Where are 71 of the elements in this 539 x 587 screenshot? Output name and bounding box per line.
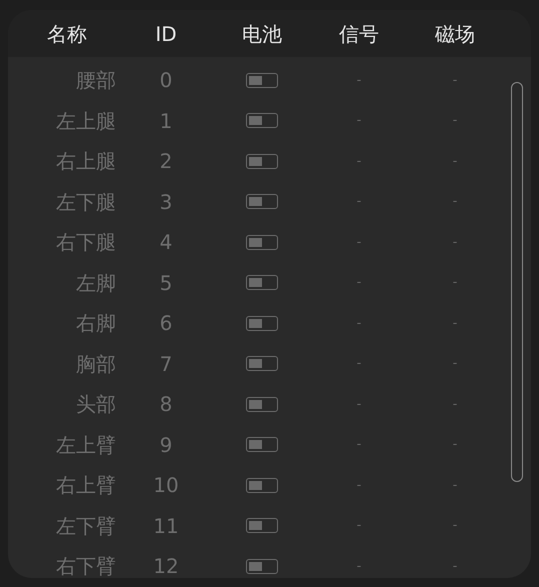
battery-icon	[246, 356, 278, 372]
table-cell: -	[452, 195, 458, 208]
table-cell: 2	[160, 151, 172, 172]
battery-icon	[246, 194, 278, 210]
table-cell: -	[356, 236, 362, 249]
battery-icon	[246, 113, 278, 128]
table-cell: 右脚	[76, 313, 116, 334]
table-cell: -	[452, 560, 458, 573]
table-cell: -	[356, 398, 362, 411]
table-cell: 腰部	[76, 70, 116, 90]
table-cell: 左上臂	[56, 434, 116, 455]
table-cell: -	[356, 478, 362, 492]
table-cell: 10	[153, 475, 179, 496]
table-cell: -	[452, 438, 458, 452]
table-cell: 3	[160, 192, 172, 212]
battery-icon	[246, 234, 278, 250]
table-cell: 右上腿	[56, 151, 116, 172]
table-cell: 6	[160, 313, 172, 334]
table-cell: 左上腿	[56, 110, 116, 131]
table-cell: 右下臂	[56, 556, 116, 576]
table-cell: 5	[160, 272, 172, 293]
column-header: ID	[155, 24, 177, 44]
table-cell: -	[452, 154, 458, 168]
table-cell: 1	[160, 110, 172, 131]
table-cell: -	[452, 316, 458, 330]
battery-icon	[246, 72, 278, 88]
table-cell: 右下腿	[56, 232, 116, 252]
table-cell: 胸部	[76, 354, 116, 374]
table-cell: -	[452, 74, 458, 87]
table-cell: 7	[160, 354, 172, 374]
table-cell: -	[452, 236, 458, 249]
table-cell: -	[356, 560, 362, 573]
battery-icon	[246, 316, 278, 331]
table-cell: 8	[160, 394, 172, 414]
table-cell: -	[356, 438, 362, 452]
table-cell: -	[452, 114, 458, 128]
battery-icon	[246, 437, 278, 452]
battery-icon	[246, 478, 278, 493]
table-cell: 4	[160, 232, 172, 252]
table-cell: 左下腿	[56, 192, 116, 212]
table-cell: 左脚	[76, 272, 116, 293]
table-cell: 头部	[76, 394, 116, 414]
table-cell: -	[452, 276, 458, 290]
table-cell: -	[356, 316, 362, 330]
battery-icon	[246, 396, 278, 412]
column-header: 名称	[47, 24, 87, 44]
table-cell: -	[356, 519, 362, 532]
table-cell: -	[356, 276, 362, 290]
column-header: 电池	[242, 24, 282, 44]
table-cell: -	[452, 398, 458, 411]
battery-icon	[246, 154, 278, 169]
table-cell: 0	[160, 70, 172, 90]
table-cell: -	[356, 195, 362, 208]
table-cell: -	[356, 114, 362, 128]
table-cell: -	[356, 154, 362, 168]
table-cell: -	[452, 357, 458, 370]
column-header: 信号	[339, 24, 379, 44]
table-cell: -	[452, 478, 458, 492]
battery-icon	[246, 275, 278, 290]
battery-icon	[246, 558, 278, 574]
table-cell: 11	[153, 516, 179, 536]
table-cell: -	[452, 519, 458, 532]
table-cell: 12	[153, 556, 179, 576]
scrollbar-thumb[interactable]	[511, 82, 523, 482]
table-cell: 9	[160, 434, 172, 455]
column-header: 磁场	[435, 24, 475, 44]
table-cell: -	[356, 357, 362, 370]
table-cell: 右上臂	[56, 475, 116, 496]
table-cell: -	[356, 74, 362, 87]
battery-icon	[246, 518, 278, 534]
table-cell: 左下臂	[56, 516, 116, 536]
